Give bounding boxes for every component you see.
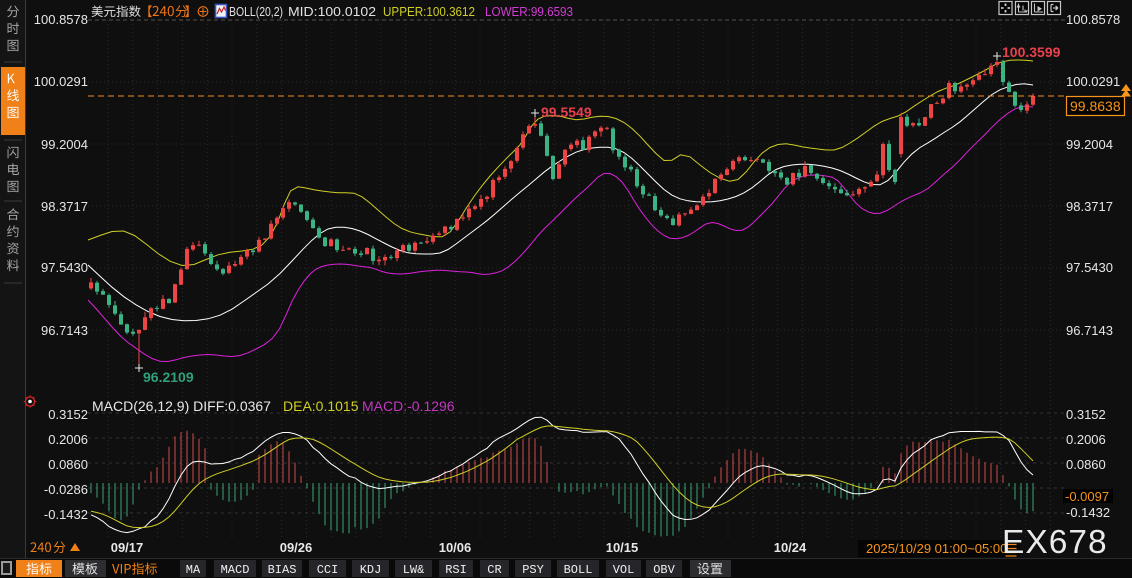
svg-text:96.7143: 96.7143 — [1066, 323, 1113, 338]
svg-text:DEA:0.1015: DEA:0.1015 — [283, 398, 359, 414]
svg-text:-0.0097: -0.0097 — [1065, 489, 1109, 504]
svg-text:100.0291: 100.0291 — [1066, 74, 1120, 89]
svg-text:0.2006: 0.2006 — [1066, 432, 1106, 447]
svg-text:96.7143: 96.7143 — [41, 323, 88, 338]
svg-text:BOLL(20,2): BOLL(20,2) — [229, 4, 283, 19]
svg-text:97.5430: 97.5430 — [1066, 260, 1113, 275]
svg-text:-0.1432: -0.1432 — [44, 507, 88, 522]
svg-text:100.3599: 100.3599 — [1002, 44, 1061, 60]
svg-text:99.2004: 99.2004 — [1066, 137, 1113, 152]
svg-text:VOL: VOL — [613, 563, 635, 577]
svg-text:10/06: 10/06 — [439, 540, 472, 555]
svg-text:100.8578: 100.8578 — [34, 12, 88, 27]
svg-text:0.0860: 0.0860 — [48, 457, 88, 472]
svg-text:MID:100.0102: MID:100.0102 — [288, 4, 376, 19]
svg-text:0.3152: 0.3152 — [1066, 407, 1106, 422]
svg-text:99.8638: 99.8638 — [1070, 98, 1121, 114]
svg-text:MACD:-0.1296: MACD:-0.1296 — [362, 398, 455, 414]
svg-text:-0.1432: -0.1432 — [1066, 505, 1110, 520]
svg-text:98.3717: 98.3717 — [1066, 199, 1113, 214]
svg-text:BIAS: BIAS — [268, 563, 297, 577]
svg-text:96.2109: 96.2109 — [143, 369, 194, 385]
svg-text:MA: MA — [186, 563, 201, 577]
svg-text:98.3717: 98.3717 — [41, 199, 88, 214]
svg-text:RSI: RSI — [445, 563, 467, 577]
svg-text:OBV: OBV — [653, 563, 675, 577]
svg-text:KDJ: KDJ — [360, 563, 382, 577]
svg-text:PSY: PSY — [522, 563, 544, 577]
svg-text:UPPER:100.3612: UPPER:100.3612 — [383, 4, 475, 19]
svg-text:EX678: EX678 — [1002, 524, 1108, 561]
svg-text:100.8578: 100.8578 — [1066, 12, 1120, 27]
svg-text:MACD(26,12,9) DIFF:0.0367: MACD(26,12,9) DIFF:0.0367 — [92, 398, 271, 414]
svg-text:BOLL: BOLL — [564, 563, 593, 577]
svg-text:LW&: LW& — [403, 563, 425, 577]
svg-text:CR: CR — [487, 563, 501, 577]
svg-text:2025/10/29 01:00~05:00: 2025/10/29 01:00~05:00 — [866, 541, 1007, 556]
svg-text:10/24: 10/24 — [774, 540, 807, 555]
svg-text:MACD: MACD — [221, 563, 250, 577]
svg-text:10/15: 10/15 — [606, 540, 639, 555]
svg-text:0.0860: 0.0860 — [1066, 457, 1106, 472]
svg-text:0.2006: 0.2006 — [48, 432, 88, 447]
svg-text:97.5430: 97.5430 — [41, 260, 88, 275]
svg-text:99.5549: 99.5549 — [541, 104, 592, 120]
svg-text:CCI: CCI — [317, 563, 339, 577]
svg-text:-0.0286: -0.0286 — [44, 482, 88, 497]
svg-text:09/17: 09/17 — [111, 540, 144, 555]
svg-text:09/26: 09/26 — [280, 540, 313, 555]
svg-text:99.2004: 99.2004 — [41, 137, 88, 152]
svg-text:0.3152: 0.3152 — [48, 407, 88, 422]
svg-text:LOWER:99.6593: LOWER:99.6593 — [485, 4, 573, 19]
svg-text:100.0291: 100.0291 — [34, 74, 88, 89]
